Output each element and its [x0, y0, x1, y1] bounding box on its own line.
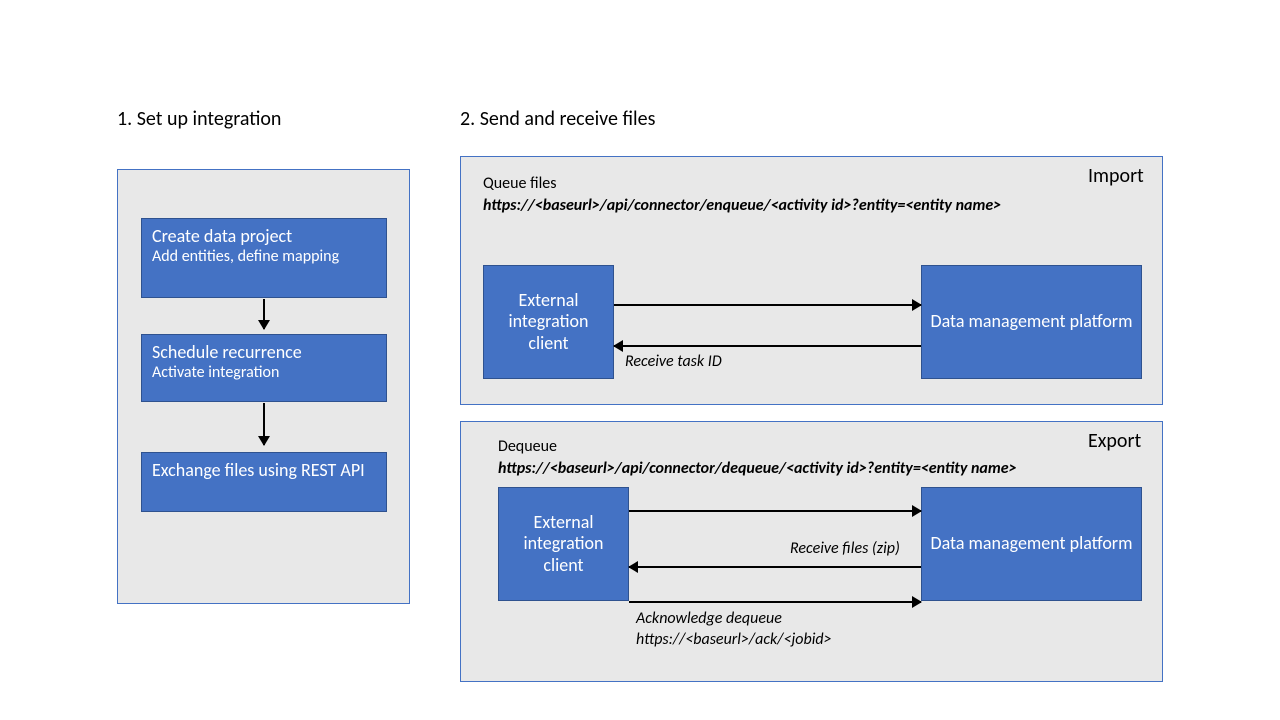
import-title: Import — [1088, 164, 1144, 188]
import-right-node-label: Data management platform — [931, 311, 1133, 333]
import-arrow-send — [614, 304, 921, 306]
import-label: Queue files — [483, 174, 556, 193]
export-conn2-label2: https://<baseurl>/ack/<jobid> — [636, 630, 832, 649]
export-arrow-request — [629, 510, 921, 512]
export-right-node-label: Data management platform — [931, 533, 1133, 555]
import-arrow-receive — [614, 345, 921, 347]
step2-title: Schedule recurrence — [152, 341, 376, 363]
export-conn1-label: Receive files (zip) — [790, 539, 900, 558]
export-left-node: External integration client — [498, 487, 629, 601]
heading-send-receive: 2. Send and receive files — [460, 107, 655, 131]
step3-title: Exchange files using REST API — [152, 459, 376, 481]
export-arrow-receive — [629, 566, 921, 568]
export-label: Dequeue — [498, 437, 557, 456]
step-schedule-recurrence: Schedule recurrence Activate integration — [141, 334, 387, 402]
step-exchange-files: Exchange files using REST API — [141, 452, 387, 512]
export-left-node-label: External integration client — [503, 512, 624, 577]
step1-title: Create data project — [152, 225, 376, 247]
import-left-node-label: External integration client — [488, 290, 609, 355]
import-right-node: Data management platform — [921, 265, 1142, 379]
import-left-node: External integration client — [483, 265, 614, 379]
arrow-step1-step2 — [263, 299, 265, 329]
step2-sub: Activate integration — [152, 363, 376, 382]
heading-setup: 1. Set up integration — [117, 107, 281, 131]
arrow-step2-step3 — [263, 403, 265, 445]
export-url: https://<baseurl>/api/connector/dequeue/… — [498, 459, 1017, 478]
export-conn2-label1: Acknowledge dequeue — [636, 609, 782, 628]
step-create-data-project: Create data project Add entities, define… — [141, 218, 387, 298]
export-title: Export — [1088, 429, 1141, 453]
export-arrow-ack — [629, 601, 921, 603]
import-url: https://<baseurl>/api/connector/enqueue/… — [483, 196, 1001, 215]
step1-sub: Add entities, define mapping — [152, 247, 376, 266]
import-conn-label: Receive task ID — [625, 352, 722, 371]
export-right-node: Data management platform — [921, 487, 1142, 601]
